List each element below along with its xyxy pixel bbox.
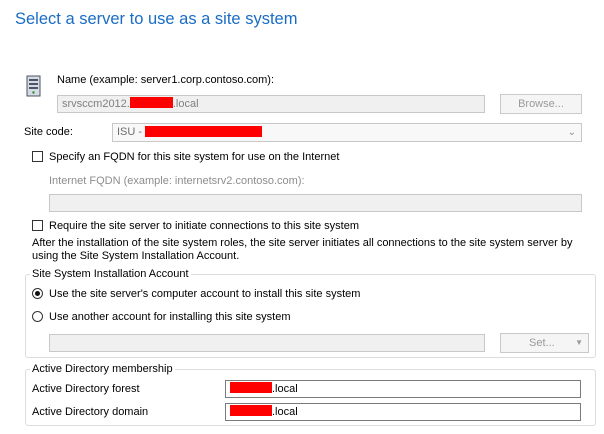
dropdown-arrow-icon: ▼ [575, 338, 583, 347]
active-directory-group-label: Active Directory membership [30, 363, 175, 375]
ad-forest-suffix: .local [272, 383, 298, 395]
installation-account-group-label: Site System Installation Account [30, 268, 191, 280]
redaction-block [230, 382, 272, 393]
radio-computer-account-label: Use the site server's computer account t… [49, 288, 361, 300]
page-title: Select a server to use as a site system [15, 10, 298, 28]
ad-forest-label: Active Directory forest [32, 383, 140, 395]
internet-fqdn-input[interactable] [49, 194, 582, 212]
ad-domain-suffix: .local [272, 406, 298, 418]
require-initiate-label: Require the site server to initiate conn… [49, 220, 359, 232]
redaction-block [230, 405, 272, 416]
name-label: Name (example: server1.corp.contoso.com)… [57, 74, 275, 86]
browse-button[interactable]: Browse... [500, 94, 582, 114]
internet-fqdn-label: Internet FQDN (example: internetsrv2.con… [49, 175, 305, 187]
set-button[interactable]: Set... ▼ [500, 333, 589, 353]
fqdn-checkbox-label: Specify an FQDN for this site system for… [49, 151, 340, 163]
chevron-down-icon: ⌄ [567, 127, 576, 138]
site-code-value: ISU - [117, 126, 146, 138]
ad-domain-input[interactable]: .local [225, 403, 581, 421]
redaction-block [129, 97, 173, 108]
radio-computer-account[interactable] [32, 288, 43, 299]
redaction-block [145, 126, 263, 137]
ad-domain-label: Active Directory domain [32, 406, 149, 418]
require-initiate-checkbox[interactable] [32, 220, 43, 231]
installation-account-input[interactable] [49, 334, 485, 352]
require-initiate-description: After the installation of the site syste… [32, 237, 573, 262]
fqdn-checkbox[interactable] [32, 151, 43, 162]
server-name-suffix: .local [172, 98, 199, 110]
server-name-prefix: srvsccm2012. [62, 98, 130, 110]
ad-forest-input[interactable]: .local [225, 380, 581, 398]
server-icon [24, 74, 44, 98]
site-code-label: Site code: [24, 126, 73, 138]
radio-another-account-label: Use another account for installing this … [49, 311, 291, 323]
server-name-input[interactable]: srvsccm2012. .local [57, 95, 485, 113]
set-button-label: Set... [529, 337, 555, 349]
site-code-select[interactable]: ISU - ⌄ [112, 123, 582, 142]
radio-another-account[interactable] [32, 311, 43, 322]
